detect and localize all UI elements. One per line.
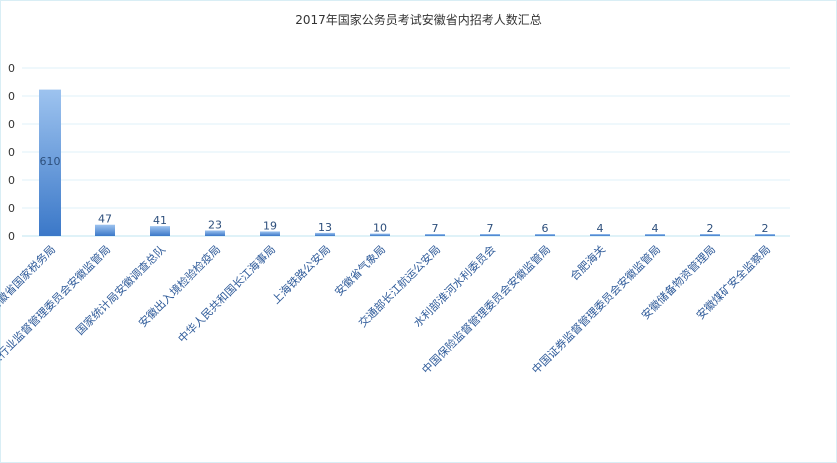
data-label: 2 — [707, 222, 714, 235]
data-label: 610 — [40, 155, 61, 168]
data-label: 4 — [597, 222, 604, 235]
data-label: 10 — [373, 222, 387, 235]
category-label: 上海铁路公安局 — [269, 242, 333, 306]
data-label: 4 — [652, 222, 659, 235]
y-tick-label: 0 — [8, 118, 15, 131]
data-label: 23 — [208, 218, 222, 231]
data-label: 47 — [98, 213, 112, 226]
y-tick-label: 0 — [8, 202, 15, 215]
y-tick-label: 0 — [8, 62, 15, 75]
category-label: 合肥海关 — [567, 242, 608, 283]
data-label: 41 — [153, 214, 167, 227]
bar-chart: 0000000 610安徽省国家税务局47中国银行业监督管理委员会安徽监管局41… — [0, 62, 790, 384]
category-label: 安徽省气象局 — [332, 242, 389, 299]
bar — [95, 224, 115, 236]
data-label: 6 — [542, 222, 549, 235]
category-label: 国家统计局安徽调查总队 — [73, 242, 168, 337]
y-tick-label: 0 — [8, 146, 15, 159]
data-label: 7 — [432, 222, 439, 235]
data-label: 19 — [263, 219, 277, 232]
category-label: 中华人民共和国长江海事局 — [175, 242, 278, 345]
data-label: 13 — [318, 221, 332, 234]
data-label: 2 — [762, 222, 769, 235]
data-label: 7 — [487, 222, 494, 235]
y-tick-label: 0 — [8, 90, 15, 103]
y-tick-label: 0 — [8, 174, 15, 187]
y-tick-label: 0 — [8, 230, 15, 243]
bar — [150, 226, 170, 236]
